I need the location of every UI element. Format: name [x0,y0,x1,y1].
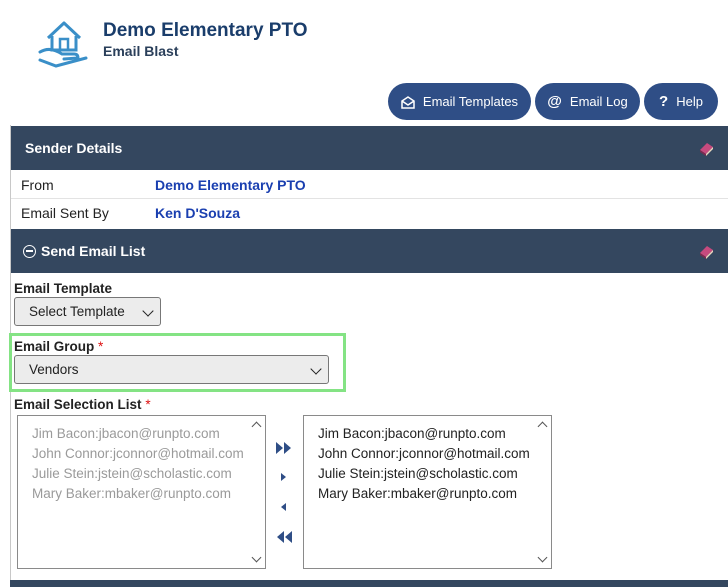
list-item[interactable]: Julie Stein:jstein@scholastic.com [32,466,232,481]
send-email-list-header[interactable]: Send Email List [11,229,728,273]
list-item[interactable]: Mary Baker:mbaker@runpto.com [32,486,231,501]
email-template-select[interactable]: Select Template [14,297,161,326]
sender-details-header: Sender Details [11,126,728,170]
house-hand-icon [38,21,88,68]
scrollbar[interactable] [535,416,551,568]
scroll-up-icon[interactable] [537,421,548,432]
sent-by-label: Email Sent By [21,205,109,221]
email-group-label-text: Email Group [14,339,95,354]
email-log-button[interactable]: @ Email Log [535,83,640,120]
org-title: Demo Elementary PTO [103,20,308,41]
chevron-down-icon [310,363,322,375]
list-item[interactable]: John Connor:jconnor@hotmail.com [318,446,530,461]
at-sign-icon: @ [547,93,562,110]
list-item[interactable]: Julie Stein:jstein@scholastic.com [318,466,518,481]
chevron-down-icon [142,305,154,317]
email-group-label: Email Group * [14,339,103,354]
scroll-down-icon[interactable] [251,552,262,563]
email-templates-button[interactable]: Email Templates [388,83,531,120]
list-item[interactable]: John Connor:jconnor@hotmail.com [32,446,244,461]
move-right-icon[interactable] [274,470,294,484]
scroll-down-icon[interactable] [537,552,548,563]
email-group-select[interactable]: Vendors [14,355,329,384]
list-item[interactable]: Jim Bacon:jbacon@runpto.com [318,426,506,441]
from-value: Demo Elementary PTO [155,176,306,193]
required-marker: * [98,339,104,354]
selected-recipients-list[interactable]: Jim Bacon:jbacon@runpto.com John Connor:… [303,415,552,569]
sent-by-value: Ken D'Souza [155,205,241,221]
from-row: From Demo Elementary PTO [11,171,728,199]
list-item[interactable]: Jim Bacon:jbacon@runpto.com [32,426,220,441]
email-log-label: Email Log [569,94,628,109]
scrollbar[interactable] [249,416,265,568]
email-template-value: Select Template [29,304,125,319]
move-all-left-icon[interactable] [274,530,294,544]
question-mark-icon: ? [659,93,669,110]
list-item[interactable]: Mary Baker:mbaker@runpto.com [318,486,517,501]
email-templates-label: Email Templates [422,94,519,109]
section-footer-bar [10,580,728,587]
sent-by-row: Email Sent By Ken D'Souza [11,199,728,227]
book-icon[interactable] [697,139,715,157]
book-icon[interactable] [697,242,715,260]
email-selection-label-text: Email Selection List [14,397,142,412]
email-template-label: Email Template [14,281,113,296]
available-recipients-list[interactable]: Jim Bacon:jbacon@runpto.com John Connor:… [17,415,266,569]
envelope-open-icon [401,95,415,109]
page-subtitle: Email Blast [103,43,179,59]
help-label: Help [676,94,703,109]
help-button[interactable]: ? Help [644,83,718,120]
sender-details-title: Sender Details [25,140,123,156]
collapse-icon[interactable] [23,244,36,258]
email-selection-label: Email Selection List * [14,397,151,412]
required-marker: * [145,397,151,412]
from-label: From [21,176,54,193]
move-all-right-icon[interactable] [274,441,294,455]
move-left-icon[interactable] [274,500,294,514]
send-email-list-title: Send Email List [41,243,146,259]
scroll-up-icon[interactable] [251,421,262,432]
email-group-value: Vendors [29,362,79,377]
